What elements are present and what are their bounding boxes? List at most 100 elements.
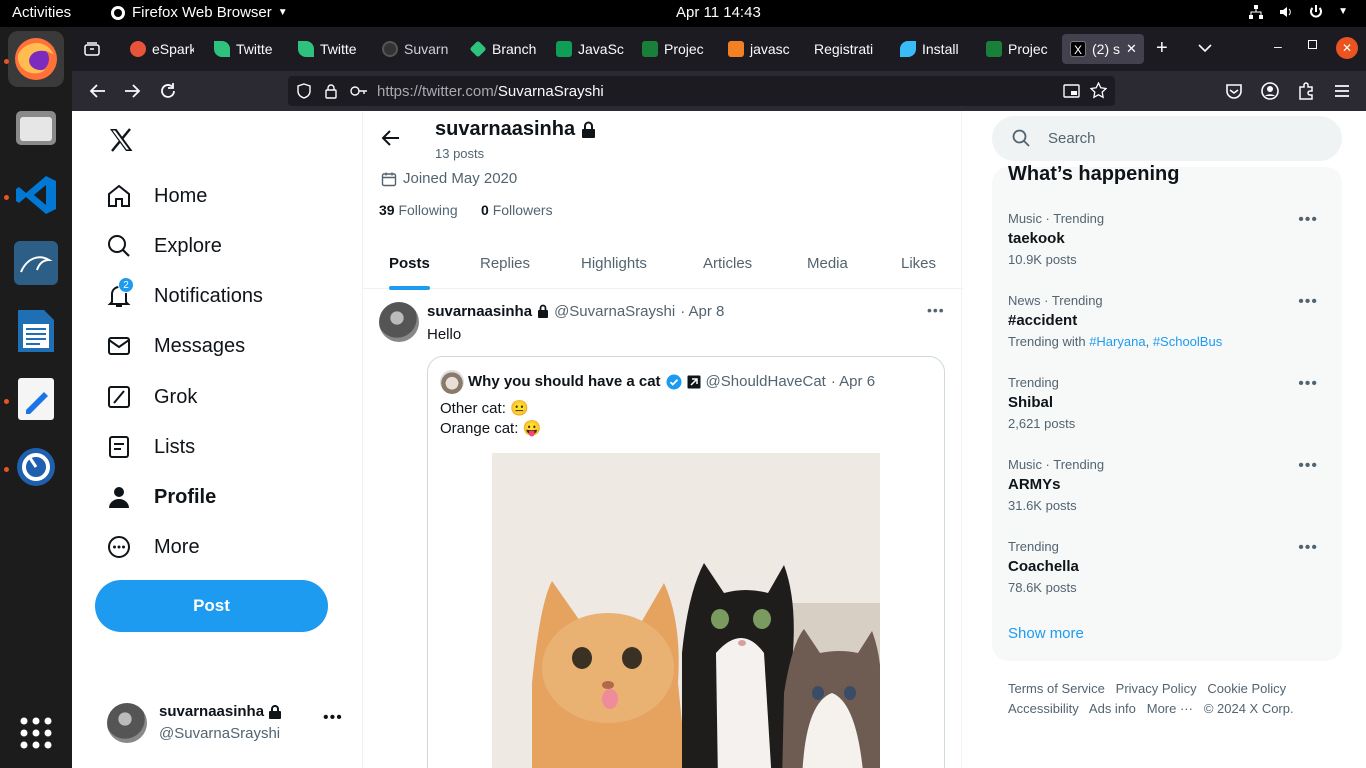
footer-link[interactable]: Privacy Policy — [1116, 681, 1197, 696]
browser-tab[interactable]: Twitte — [206, 34, 278, 64]
footer-link[interactable]: Accessibility — [1008, 701, 1079, 716]
activities-button[interactable]: Activities — [12, 4, 71, 21]
browser-tab-active[interactable]: X (2) s ✕ — [1062, 34, 1144, 64]
tab-overview-icon[interactable] — [84, 41, 100, 57]
dock-vscode[interactable] — [8, 167, 64, 223]
minimize-icon[interactable]: – — [1274, 38, 1282, 54]
browser-tab[interactable]: Projec — [978, 34, 1056, 64]
tweet-author-name[interactable]: suvarnaasinha — [427, 303, 532, 320]
tweet-author-handle[interactable]: @SuvarnaSrayshi — [554, 303, 675, 320]
quoted-tweet[interactable]: Why you should have a cat @ShouldHaveCat… — [427, 356, 945, 768]
browser-tab[interactable]: Projec — [634, 34, 712, 64]
show-apps-button[interactable] — [8, 705, 64, 761]
nav-label: Home — [154, 184, 208, 207]
running-indicator — [4, 399, 9, 404]
trend-item[interactable]: News · Trending #accident Trending with … — [1008, 293, 1326, 349]
tweet[interactable]: suvarnaasinha @SuvarnaSrayshi · Apr 8 ••… — [363, 290, 963, 768]
search-input[interactable]: Search — [1048, 130, 1096, 147]
clock[interactable]: Apr 11 14:43 — [676, 4, 761, 21]
tab-articles[interactable]: Articles — [703, 255, 752, 272]
lock-icon[interactable] — [324, 83, 338, 99]
nav-lists[interactable]: Lists — [106, 427, 195, 467]
followers-link[interactable]: 0 Followers — [481, 202, 553, 218]
nav-home[interactable]: Home — [106, 176, 207, 216]
tweet-more-icon[interactable]: ••• — [927, 302, 945, 318]
following-link[interactable]: 39 Following — [379, 202, 458, 218]
hamburger-menu-icon[interactable] — [1332, 81, 1352, 101]
post-button[interactable]: Post — [95, 580, 328, 632]
reload-icon[interactable] — [158, 81, 178, 101]
back-arrow-icon[interactable] — [381, 129, 401, 147]
tab-media[interactable]: Media — [807, 255, 848, 272]
trend-item[interactable]: Trending Coachella 78.6K posts ••• — [1008, 539, 1326, 595]
browser-tab[interactable]: Suvarn — [374, 34, 452, 64]
browser-tab[interactable]: Branch — [462, 34, 540, 64]
tab-title: eSpark — [152, 41, 194, 57]
account-switcher[interactable]: suvarnaasinha @SuvarnaSrayshi ••• — [107, 701, 347, 745]
browser-tab[interactable]: Install — [892, 34, 970, 64]
footer-link[interactable]: More ··· — [1147, 701, 1193, 716]
tab-highlights[interactable]: Highlights — [581, 255, 647, 272]
browser-tab[interactable]: JavaSc — [548, 34, 626, 64]
system-top-bar: Activities Firefox Web Browser ▼ Apr 11 … — [0, 0, 1366, 27]
url-text[interactable]: https://twitter.com/SuvarnaSrayshi — [377, 83, 604, 100]
system-tray[interactable]: ▼ — [1248, 4, 1348, 20]
dock-firefox[interactable] — [8, 31, 64, 87]
tab-likes[interactable]: Likes — [901, 255, 936, 272]
app-menu[interactable]: Firefox Web Browser ▼ — [110, 4, 288, 21]
nav-grok[interactable]: Grok — [106, 377, 197, 417]
cat-photo[interactable] — [492, 453, 880, 768]
dock-timer[interactable] — [8, 439, 64, 495]
nav-messages[interactable]: Messages — [106, 326, 245, 366]
footer-link[interactable]: Cookie Policy — [1207, 681, 1286, 696]
trend-more-icon[interactable]: ••• — [1298, 293, 1318, 311]
footer-link[interactable]: Terms of Service — [1008, 681, 1105, 696]
nav-more[interactable]: More — [106, 527, 200, 567]
nav-notifications[interactable]: 2 Notifications — [106, 276, 263, 316]
trend-link[interactable]: #SchoolBus — [1153, 334, 1222, 349]
show-more-link[interactable]: Show more — [1008, 625, 1084, 642]
permissions-key-icon[interactable] — [350, 84, 368, 98]
close-window-icon[interactable]: ✕ — [1336, 37, 1358, 59]
x-logo-icon[interactable] — [108, 127, 134, 153]
nav-profile[interactable]: Profile — [106, 477, 216, 517]
trend-more-icon[interactable]: ••• — [1298, 375, 1318, 393]
maximize-icon[interactable] — [1308, 40, 1317, 49]
tab-replies[interactable]: Replies — [480, 255, 530, 272]
extensions-icon[interactable] — [1296, 81, 1316, 101]
avatar[interactable] — [379, 302, 419, 342]
picture-in-picture-icon[interactable] — [1063, 83, 1080, 99]
search-box[interactable]: Search — [992, 116, 1342, 161]
account-menu-icon[interactable]: ••• — [323, 709, 343, 727]
close-tab-icon[interactable]: ✕ — [1126, 41, 1137, 57]
trend-link[interactable]: #Haryana — [1089, 334, 1145, 349]
tab-posts[interactable]: Posts — [389, 255, 430, 290]
trend-more-icon[interactable]: ••• — [1298, 457, 1318, 475]
tweet-date[interactable]: · Apr 8 — [680, 303, 724, 320]
dock-mysql-workbench[interactable] — [8, 235, 64, 291]
trend-item[interactable]: Music · Trending ARMYs 31.6K posts ••• — [1008, 457, 1326, 513]
trend-item[interactable]: Music · Trending taekook 10.9K posts ••• — [1008, 211, 1326, 267]
pocket-icon[interactable] — [1224, 81, 1244, 101]
dock — [0, 27, 72, 768]
list-all-tabs-icon[interactable] — [1198, 43, 1212, 53]
shield-icon[interactable] — [296, 83, 312, 99]
trend-item[interactable]: Trending Shibal 2,621 posts ••• — [1008, 375, 1326, 431]
nav-explore[interactable]: Explore — [106, 226, 222, 266]
trend-more-icon[interactable]: ••• — [1298, 211, 1318, 229]
browser-tab[interactable]: javasc — [720, 34, 798, 64]
trend-more-icon[interactable]: ••• — [1298, 539, 1318, 557]
new-tab-icon[interactable]: + — [1156, 37, 1168, 60]
browser-tab[interactable]: eSpark — [122, 34, 194, 64]
account-icon[interactable] — [1260, 81, 1280, 101]
dock-files[interactable] — [8, 99, 64, 155]
back-icon[interactable] — [88, 81, 108, 101]
url-bar[interactable]: https://twitter.com/SuvarnaSrayshi — [288, 76, 1115, 106]
dock-text-editor[interactable] — [8, 371, 64, 427]
browser-tab[interactable]: Registrati — [806, 34, 888, 64]
forward-icon[interactable] — [122, 81, 142, 101]
browser-tab[interactable]: Twitte — [290, 34, 362, 64]
footer-link[interactable]: Ads info — [1089, 701, 1136, 716]
dock-writer[interactable] — [8, 303, 64, 359]
bookmark-star-icon[interactable] — [1090, 82, 1107, 99]
